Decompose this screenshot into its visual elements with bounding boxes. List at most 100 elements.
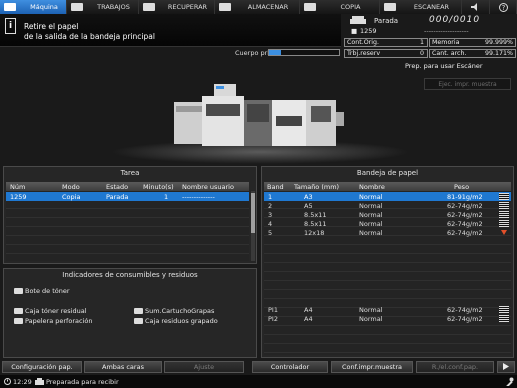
trbj-reserv-box: Trbj.reserv 0 — [344, 49, 428, 58]
tray-size: 8.5x11 — [304, 211, 327, 219]
col-tamano: Tamaño (mm) — [294, 183, 340, 191]
job-scrollbar[interactable] — [251, 191, 255, 261]
tray-row[interactable]: 4 8.5x11 Normal 62-74g/m2 — [264, 219, 511, 228]
tray-band: PI1 — [268, 306, 278, 314]
paper-level-icon — [499, 202, 509, 209]
footer-time: 12:29 — [13, 378, 32, 386]
volume-button[interactable] — [462, 0, 490, 14]
tray-row[interactable]: 5 12x18 Normal 62-74g/m2 — [264, 228, 511, 237]
tab-recuperar[interactable]: RECUPERAR — [139, 0, 215, 14]
paper-level-icon — [499, 211, 509, 218]
cont-orig-label: Cont.Orig. — [347, 39, 380, 46]
top-tab-bar: Máquina TRABAJOS RECUPERAR ALMACENAR COP… — [0, 0, 517, 14]
col-estado: Estado — [106, 183, 129, 191]
paper-tray-panel: Bandeja de papel Band Tamaño (mm) Nombre… — [261, 166, 514, 358]
machine-illustration — [174, 84, 344, 146]
tray-weight: 81-91g/m2 — [447, 193, 483, 201]
sum-cartucho-indicator: Sum.CartuchoGrapas — [134, 307, 214, 315]
tray-name: Normal — [359, 315, 383, 323]
trbj-reserv-label: Trbj.reserv — [347, 50, 381, 57]
ambas-caras-button[interactable]: Ambas caras — [84, 361, 162, 373]
status-footer: 12:29 Preparada para recibir — [0, 375, 517, 388]
tray-band: 1 — [268, 193, 273, 201]
jobs-icon — [71, 3, 83, 11]
tray-weight: 62-74g/m2 — [447, 211, 483, 219]
ajuste-button[interactable]: Ajuste — [164, 361, 244, 373]
tab-copia[interactable]: COPIA — [300, 0, 380, 14]
punch-waste-icon — [14, 318, 23, 324]
tray-row[interactable]: PI1 A4 Normal 62-74g/m2 — [264, 305, 511, 314]
scan-icon — [384, 3, 396, 11]
job-row[interactable]: 1259 Copia Parada 1 -------------- — [6, 192, 249, 201]
cuerpo-progress-bar — [268, 49, 340, 56]
clock-icon — [4, 378, 11, 385]
tab-label: Máquina — [30, 3, 58, 11]
tray-weight: 62-74g/m2 — [447, 306, 483, 314]
conf-impr-muestra-button[interactable]: Conf.impr.muestra — [331, 361, 413, 373]
waste-toner-icon — [14, 308, 23, 314]
tray-name: Normal — [359, 202, 383, 210]
sum-cartucho-label: Sum.CartuchoGrapas — [145, 307, 215, 315]
tray-row[interactable]: 2 A5 Normal 62-74g/m2 — [264, 201, 511, 210]
cont-orig-value: 1 — [419, 39, 424, 46]
paper-level-icon — [499, 315, 509, 322]
tab-maquina[interactable]: Máquina — [0, 0, 67, 14]
machine-state: Parada — [374, 17, 399, 25]
tray-weight: 62-74g/m2 — [447, 229, 483, 237]
tray-size: A3 — [304, 193, 313, 201]
job-panel: Tarea Núm Modo Estado Minuto(s) Nombre u… — [3, 166, 257, 264]
tab-escanear[interactable]: ESCANEAR — [380, 0, 462, 14]
machine-icon — [4, 3, 16, 11]
next-page-button[interactable] — [497, 361, 515, 373]
job-dashes: ------------------- — [424, 27, 469, 35]
cant-arch-value: 99.171% — [484, 50, 513, 57]
job-panel-title: Tarea — [120, 169, 140, 177]
tray-row[interactable]: 1 A3 Normal 81-91g/m2 — [264, 192, 511, 201]
wrench-icon[interactable] — [505, 377, 514, 386]
tray-table-header: Band Tamaño (mm) Nombre Peso — [264, 182, 511, 191]
controlador-button[interactable]: Controlador — [252, 361, 328, 373]
tab-label: RECUPERAR — [167, 3, 208, 11]
tray-weight: 62-74g/m2 — [447, 202, 483, 210]
reg-el-conf-pap-button[interactable]: R./el.conf.pap. — [416, 361, 494, 373]
col-usuario: Nombre usuario — [182, 183, 234, 191]
ejec-impr-muestra-button[interactable]: Ejec. impr. muestra — [424, 78, 511, 90]
tray-band: 5 — [268, 229, 273, 237]
col-minutos: Minuto(s) — [143, 183, 174, 191]
cont-orig-box: Cont.Orig. 1 — [344, 38, 428, 47]
configuracion-pap-button[interactable]: Configuración pap. — [2, 361, 82, 373]
tab-label: TRABAJOS — [97, 3, 130, 11]
machine-status-panel: Parada 000/0010 ■ 1259 -----------------… — [344, 15, 516, 61]
caja-residuos-label: Caja residuos grapado — [145, 317, 218, 325]
tray-name: Normal — [359, 211, 383, 219]
tray-name: Normal — [359, 229, 383, 237]
col-modo: Modo — [62, 183, 80, 191]
tab-label: COPIA — [340, 3, 361, 11]
bote-toner-indicator: Bote de tóner — [14, 287, 70, 295]
memoria-label: Memoria — [432, 39, 460, 46]
scanner-status: Prep. para usar Escáner — [405, 62, 483, 70]
bote-toner-label: Bote de tóner — [25, 287, 70, 295]
tray-band: 4 — [268, 220, 273, 228]
tray-row[interactable]: 3 8.5x11 Normal 62-74g/m2 — [264, 210, 511, 219]
tray-row[interactable]: PI2 A4 Normal 62-74g/m2 — [264, 314, 511, 323]
tab-almacenar[interactable]: ALMACENAR — [215, 0, 300, 14]
tray-empty-warning-icon — [501, 230, 507, 235]
job-num: 1259 — [10, 193, 27, 201]
message-line-2: de la salida de la bandeja principal — [24, 32, 155, 41]
printer-icon — [350, 16, 366, 24]
page-counter: 000/0010 — [429, 15, 481, 25]
tray-weight: 62-74g/m2 — [447, 315, 483, 323]
col-peso: Peso — [454, 183, 470, 191]
cant-arch-box: Cant. arch. 99.171% — [429, 49, 516, 58]
trbj-reserv-value: 0 — [419, 50, 424, 57]
help-icon: ? — [498, 2, 508, 12]
retrieve-icon — [143, 3, 155, 11]
help-button[interactable]: ? — [490, 0, 517, 14]
job-scrollbar-thumb[interactable] — [251, 193, 255, 233]
memoria-value: 99.999% — [484, 39, 513, 46]
papelera-indicator: Papelera perforación — [14, 317, 92, 325]
papelera-label: Papelera perforación — [25, 317, 93, 325]
tab-trabajos[interactable]: TRABAJOS — [67, 0, 139, 14]
tray-size: A4 — [304, 306, 313, 314]
